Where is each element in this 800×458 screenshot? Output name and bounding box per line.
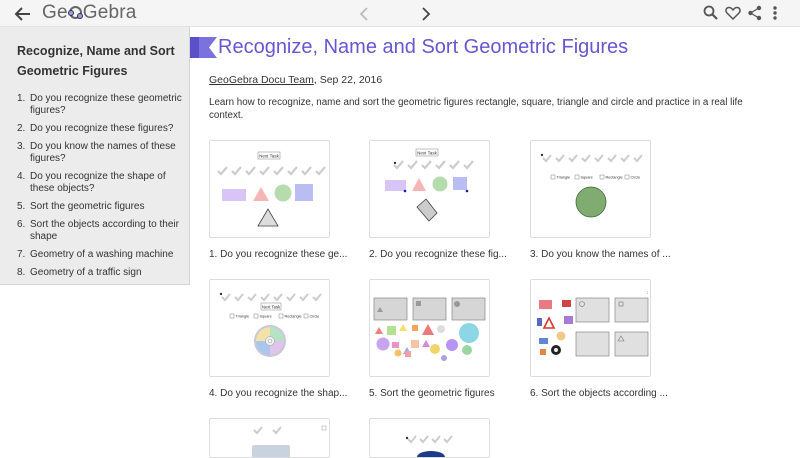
- activity-card-3[interactable]: Triangle Square Rectangle Circle: [530, 140, 651, 238]
- byline: GeoGebra Docu Team, Sep 22, 2016: [209, 74, 382, 86]
- option-rectangle: Rectangle: [606, 176, 623, 180]
- activity-card-5[interactable]: [369, 279, 490, 377]
- sidebar-item-number: 1.: [17, 93, 26, 104]
- sidebar-item-3[interactable]: 3. Do you know the names of these figures…: [17, 141, 185, 165]
- card-thumbnail: Next Task: [385, 148, 474, 222]
- sidebar-item-2[interactable]: 2. Do you recognize these figures?: [17, 123, 185, 135]
- card-thumbnail: Next Task Triangle Square Rectangle Circ…: [219, 292, 322, 357]
- sidebar-item-label: Do you recognize these figures?: [30, 123, 174, 134]
- logo-o-icon: [67, 6, 83, 19]
- logo-text-right: Gebra: [82, 2, 137, 23]
- sidebar-item-number: 4.: [17, 171, 26, 182]
- sidebar-item-7[interactable]: 7. Geometry of a washing machine: [17, 249, 185, 261]
- geogebra-logo[interactable]: Ge Gebra: [42, 2, 137, 24]
- option-triangle: Triangle: [557, 176, 571, 180]
- sidebar-item-1[interactable]: 1. Do you recognize these geometric figur…: [17, 93, 185, 117]
- sidebar-item-8[interactable]: 8. Geometry of a traffic sign: [17, 267, 185, 279]
- next-task-label: Next Task: [262, 304, 281, 309]
- heart-icon[interactable]: [724, 4, 742, 22]
- sidebar-item-6[interactable]: 6. Sort the objects according to their sh…: [17, 219, 185, 243]
- sidebar-item-label: Sort the objects according to their shap…: [30, 219, 179, 242]
- author-link[interactable]: GeoGebra Docu Team: [209, 74, 314, 86]
- book-flag-icon: [190, 37, 217, 58]
- activity-card-2[interactable]: Next Task: [369, 140, 490, 238]
- card-thumbnail: ↕: [537, 290, 649, 357]
- card-thumbnail: Triangle Square Rectangle Circle: [540, 153, 643, 218]
- card-caption-3[interactable]: 3. Do you know the names of ...: [530, 249, 671, 260]
- sidebar-item-number: 6.: [17, 219, 26, 230]
- next-task-label: Next Task: [417, 151, 437, 156]
- page-title: Recognize, Name and Sort Geometric Figur…: [218, 36, 629, 58]
- chevron-right-icon[interactable]: [418, 3, 434, 25]
- sidebar-title: Recognize, Name and Sort Geometric Figur…: [17, 44, 175, 78]
- more-vertical-icon[interactable]: [766, 4, 784, 22]
- card-caption-6[interactable]: 6. Sort the objects according ...: [530, 388, 668, 399]
- sidebar-item-4[interactable]: 4. Do you recognize the shape of these ob…: [17, 171, 185, 195]
- option-circle: Circle: [631, 176, 641, 180]
- back-arrow-icon[interactable]: [12, 3, 34, 25]
- activity-card-6[interactable]: ↕: [530, 279, 651, 377]
- svg-text:↕: ↕: [646, 290, 649, 296]
- sidebar-item-label: Do you recognize these geometric figures…: [30, 93, 182, 116]
- sidebar: Recognize, Name and Sort Geometric Figur…: [0, 27, 190, 285]
- option-circle: Circle: [310, 315, 320, 319]
- card-caption-4[interactable]: 4. Do you recognize the shap...: [209, 388, 347, 399]
- card-caption-5[interactable]: 5. Sort the geometric figures: [369, 388, 495, 399]
- chevron-left-icon[interactable]: [356, 3, 372, 25]
- activity-card-4[interactable]: Next Task Triangle Square Rectangle Circ…: [209, 279, 330, 377]
- top-bar: Ge Gebra: [0, 0, 800, 27]
- sidebar-item-label: Geometry of a traffic sign: [30, 267, 142, 278]
- card-thumbnail: [373, 297, 486, 361]
- card-thumbnail: [405, 435, 453, 457]
- activity-card-7[interactable]: [209, 418, 330, 458]
- card-caption-1[interactable]: 1. Do you recognize these ge...: [209, 249, 347, 260]
- option-rectangle: Rectangle: [285, 315, 302, 319]
- activity-card-8[interactable]: [369, 418, 490, 458]
- sidebar-item-number: 3.: [17, 141, 26, 152]
- card-thumbnail: [252, 425, 327, 457]
- next-task-label: Next Task: [259, 154, 279, 159]
- sidebar-item-number: 8.: [17, 267, 26, 278]
- activity-card-1[interactable]: Next Task: [209, 140, 330, 238]
- sidebar-item-number: 5.: [17, 201, 26, 212]
- publish-date: , Sep 22, 2016: [313, 74, 383, 86]
- sidebar-item-number: 2.: [17, 123, 26, 134]
- sidebar-item-label: Do you know the names of these figures?: [30, 141, 176, 164]
- search-icon[interactable]: [702, 4, 720, 22]
- logo-text-left: Ge: [42, 2, 68, 23]
- card-caption-2[interactable]: 2. Do you recognize these fig...: [369, 249, 507, 260]
- card-thumbnail: Next Task: [217, 151, 326, 227]
- sidebar-item-label: Geometry of a washing machine: [30, 249, 174, 260]
- sidebar-item-number: 7.: [17, 249, 26, 260]
- sidebar-item-5[interactable]: 5. Sort the geometric figures: [17, 201, 185, 213]
- sidebar-item-label: Sort the geometric figures: [30, 201, 145, 212]
- book-description: Learn how to recognize, name and sort th…: [209, 97, 743, 121]
- option-triangle: Triangle: [236, 315, 250, 319]
- option-square: Square: [581, 176, 593, 180]
- sidebar-item-label: Do you recognize the shape of these obje…: [30, 171, 166, 194]
- option-square: Square: [260, 315, 272, 319]
- sidebar-list: 1. Do you recognize these geometric figur…: [17, 93, 185, 285]
- share-icon[interactable]: [746, 4, 764, 22]
